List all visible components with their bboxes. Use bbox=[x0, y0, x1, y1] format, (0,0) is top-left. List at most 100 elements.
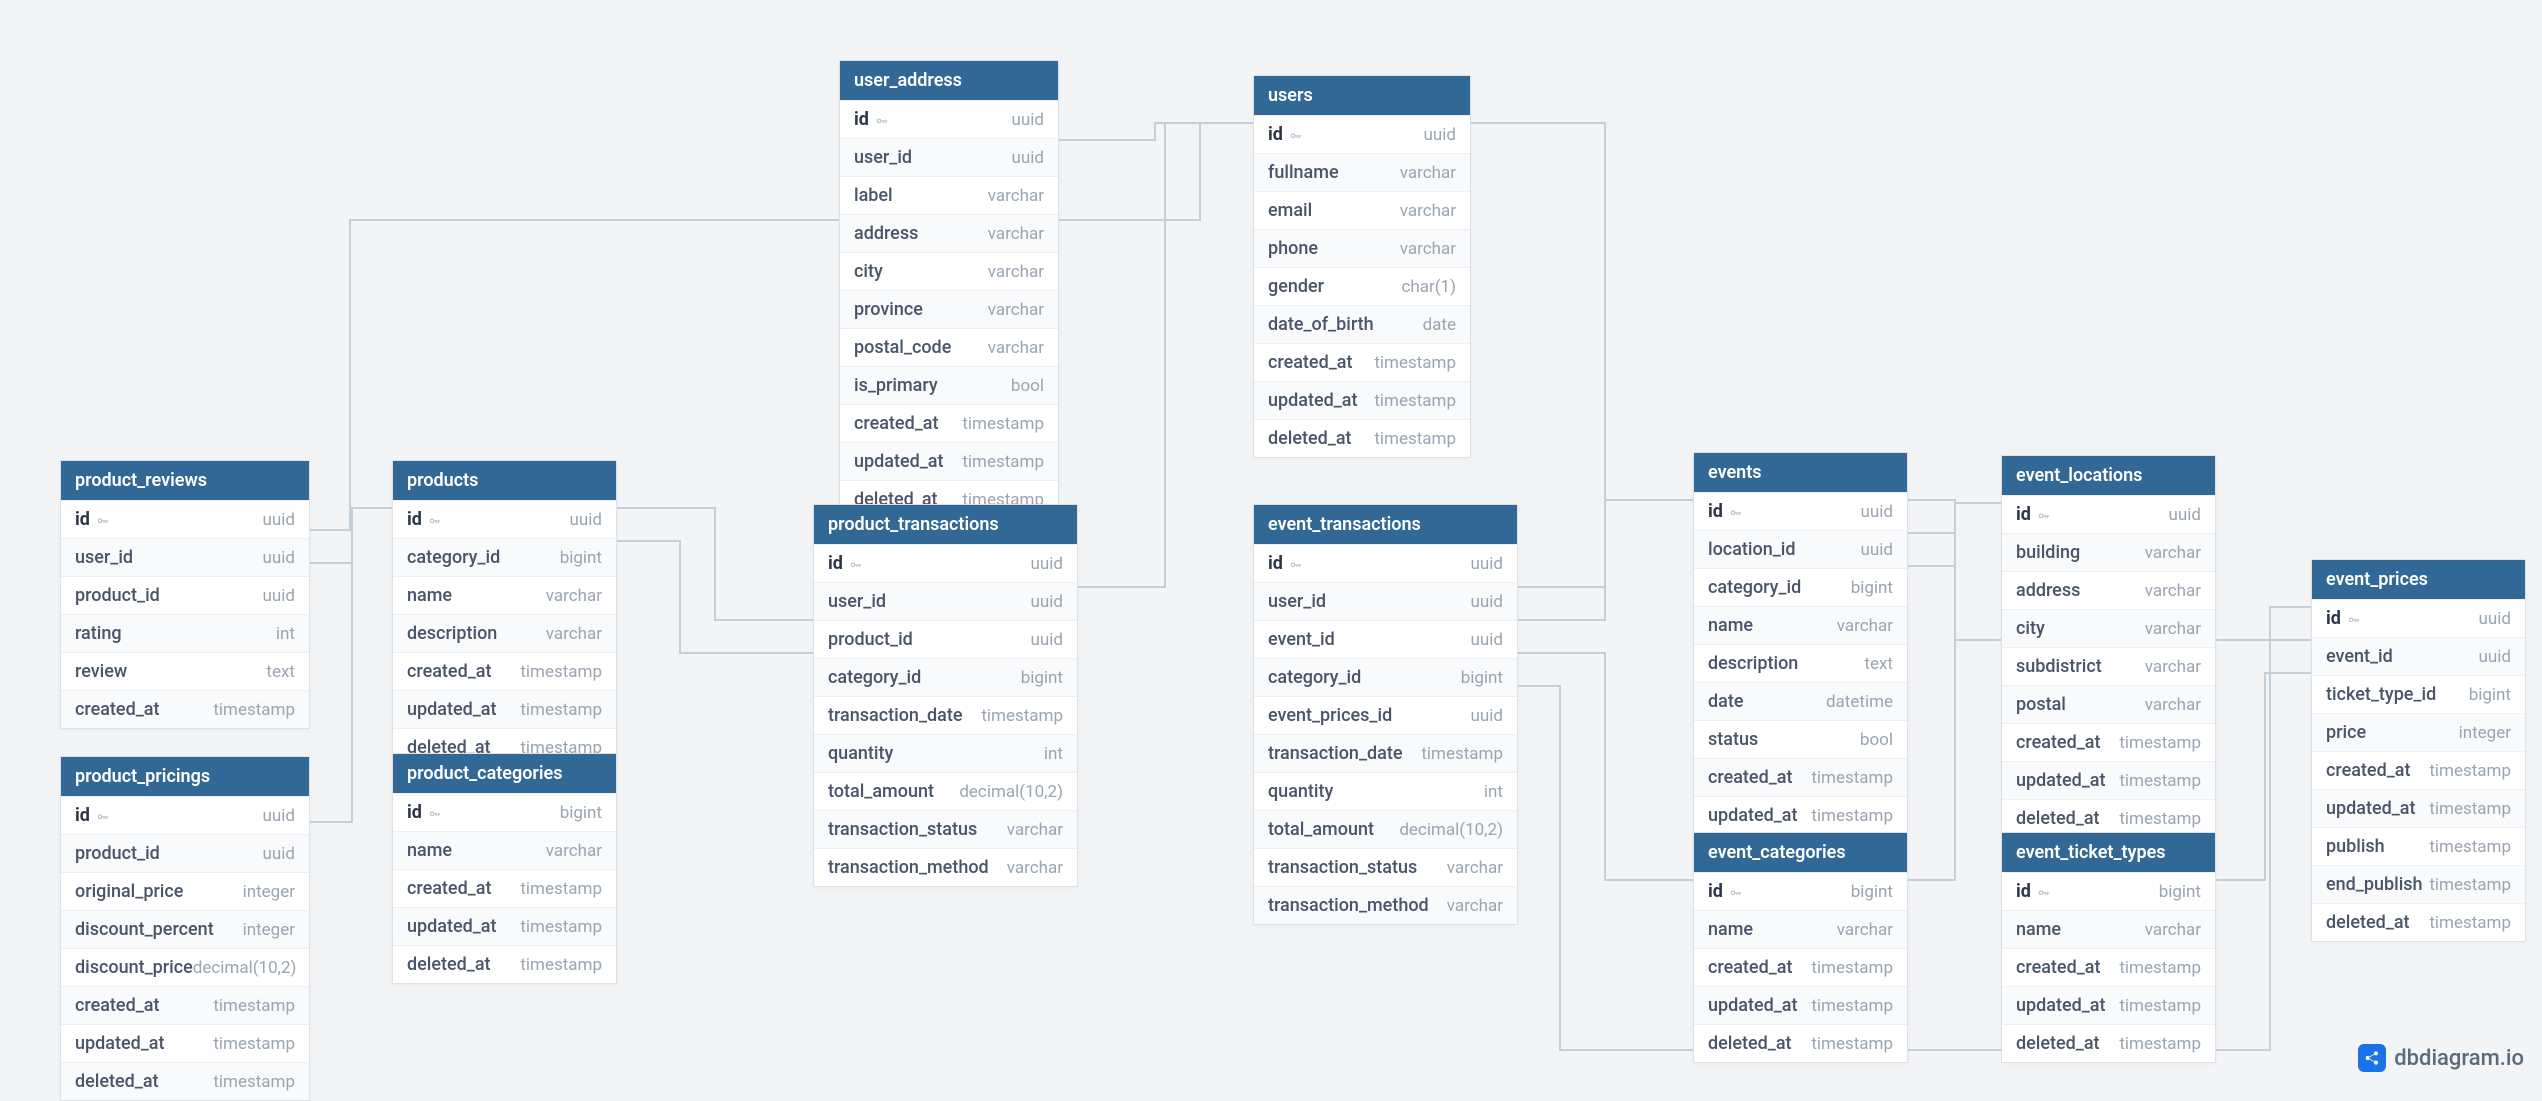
column-row[interactable]: addressvarchar bbox=[840, 214, 1058, 252]
column-row[interactable]: discount_percentinteger bbox=[61, 910, 309, 948]
column-row[interactable]: namevarchar bbox=[2002, 910, 2215, 948]
column-row[interactable]: transaction_methodvarchar bbox=[814, 848, 1077, 886]
column-row[interactable]: updated_attimestamp bbox=[1694, 986, 1907, 1024]
column-row[interactable]: idbigint bbox=[2002, 872, 2215, 910]
column-row[interactable]: event_iduuid bbox=[2312, 637, 2525, 675]
column-row[interactable]: created_attimestamp bbox=[1694, 758, 1907, 796]
table-events[interactable]: eventsiduuidlocation_iduuidcategory_idbi… bbox=[1693, 452, 1908, 873]
column-row[interactable]: namevarchar bbox=[1694, 606, 1907, 644]
column-row[interactable]: namevarchar bbox=[393, 576, 616, 614]
column-row[interactable]: quantityint bbox=[814, 734, 1077, 772]
column-row[interactable]: updated_attimestamp bbox=[393, 907, 616, 945]
column-row[interactable]: updated_attimestamp bbox=[61, 1024, 309, 1062]
column-row[interactable]: product_iduuid bbox=[61, 834, 309, 872]
table-header[interactable]: user_address bbox=[840, 61, 1058, 100]
column-row[interactable]: total_amountdecimal(10,2) bbox=[1254, 810, 1517, 848]
column-row[interactable]: user_iduuid bbox=[814, 582, 1077, 620]
column-row[interactable]: deleted_attimestamp bbox=[1254, 419, 1470, 457]
table-header[interactable]: product_reviews bbox=[61, 461, 309, 500]
table-header[interactable]: users bbox=[1254, 76, 1470, 115]
column-row[interactable]: idbigint bbox=[393, 793, 616, 831]
column-row[interactable]: namevarchar bbox=[1694, 910, 1907, 948]
column-row[interactable]: created_attimestamp bbox=[393, 869, 616, 907]
column-row[interactable]: user_iduuid bbox=[61, 538, 309, 576]
table-header[interactable]: products bbox=[393, 461, 616, 500]
column-row[interactable]: genderchar(1) bbox=[1254, 267, 1470, 305]
column-row[interactable]: updated_attimestamp bbox=[2002, 761, 2215, 799]
table-product_categories[interactable]: product_categoriesidbigintnamevarcharcre… bbox=[392, 753, 617, 984]
column-row[interactable]: fullnamevarchar bbox=[1254, 153, 1470, 191]
table-header[interactable]: product_pricings bbox=[61, 757, 309, 796]
column-row[interactable]: created_attimestamp bbox=[61, 690, 309, 728]
column-row[interactable]: descriptiontext bbox=[1694, 644, 1907, 682]
column-row[interactable]: iduuid bbox=[393, 500, 616, 538]
column-row[interactable]: ratingint bbox=[61, 614, 309, 652]
column-row[interactable]: publishtimestamp bbox=[2312, 827, 2525, 865]
table-event_prices[interactable]: event_pricesiduuidevent_iduuidticket_typ… bbox=[2311, 559, 2526, 942]
column-row[interactable]: cityvarchar bbox=[2002, 609, 2215, 647]
column-row[interactable]: category_idbigint bbox=[1254, 658, 1517, 696]
column-row[interactable]: user_iduuid bbox=[1254, 582, 1517, 620]
column-row[interactable]: iduuid bbox=[1254, 544, 1517, 582]
column-row[interactable]: event_prices_iduuid bbox=[1254, 696, 1517, 734]
column-row[interactable]: ticket_type_idbigint bbox=[2312, 675, 2525, 713]
column-row[interactable]: quantityint bbox=[1254, 772, 1517, 810]
table-header[interactable]: event_prices bbox=[2312, 560, 2525, 599]
column-row[interactable]: iduuid bbox=[814, 544, 1077, 582]
column-row[interactable]: iduuid bbox=[61, 500, 309, 538]
column-row[interactable]: transaction_statusvarchar bbox=[814, 810, 1077, 848]
column-row[interactable]: transaction_statusvarchar bbox=[1254, 848, 1517, 886]
table-users[interactable]: usersiduuidfullnamevarcharemailvarcharph… bbox=[1253, 75, 1471, 458]
column-row[interactable]: updated_attimestamp bbox=[1694, 796, 1907, 834]
column-row[interactable]: date_of_birthdate bbox=[1254, 305, 1470, 343]
column-row[interactable]: deleted_attimestamp bbox=[2312, 903, 2525, 941]
column-row[interactable]: deleted_attimestamp bbox=[61, 1062, 309, 1100]
column-row[interactable]: transaction_methodvarchar bbox=[1254, 886, 1517, 924]
table-header[interactable]: event_ticket_types bbox=[2002, 833, 2215, 872]
column-row[interactable]: created_attimestamp bbox=[2002, 723, 2215, 761]
column-row[interactable]: discount_pricedecimal(10,2) bbox=[61, 948, 309, 986]
column-row[interactable]: phonevarchar bbox=[1254, 229, 1470, 267]
column-row[interactable]: iduuid bbox=[61, 796, 309, 834]
column-row[interactable]: user_iduuid bbox=[840, 138, 1058, 176]
column-row[interactable]: postal_codevarchar bbox=[840, 328, 1058, 366]
column-row[interactable]: product_iduuid bbox=[61, 576, 309, 614]
column-row[interactable]: updated_attimestamp bbox=[1254, 381, 1470, 419]
column-row[interactable]: original_priceinteger bbox=[61, 872, 309, 910]
table-header[interactable]: product_transactions bbox=[814, 505, 1077, 544]
column-row[interactable]: iduuid bbox=[1694, 492, 1907, 530]
column-row[interactable]: category_idbigint bbox=[393, 538, 616, 576]
column-row[interactable]: iduuid bbox=[1254, 115, 1470, 153]
column-row[interactable]: provincevarchar bbox=[840, 290, 1058, 328]
column-row[interactable]: buildingvarchar bbox=[2002, 533, 2215, 571]
table-header[interactable]: events bbox=[1694, 453, 1907, 492]
column-row[interactable]: namevarchar bbox=[393, 831, 616, 869]
column-row[interactable]: updated_attimestamp bbox=[2002, 986, 2215, 1024]
column-row[interactable]: transaction_datetimestamp bbox=[1254, 734, 1517, 772]
column-row[interactable]: statusbool bbox=[1694, 720, 1907, 758]
column-row[interactable]: location_iduuid bbox=[1694, 530, 1907, 568]
column-row[interactable]: total_amountdecimal(10,2) bbox=[814, 772, 1077, 810]
column-row[interactable]: labelvarchar bbox=[840, 176, 1058, 214]
column-row[interactable]: iduuid bbox=[840, 100, 1058, 138]
table-event_ticket_types[interactable]: event_ticket_typesidbigintnamevarcharcre… bbox=[2001, 832, 2216, 1063]
column-row[interactable]: idbigint bbox=[1694, 872, 1907, 910]
column-row[interactable]: updated_attimestamp bbox=[2312, 789, 2525, 827]
table-product_pricings[interactable]: product_pricingsiduuidproduct_iduuidorig… bbox=[60, 756, 310, 1101]
column-row[interactable]: created_attimestamp bbox=[1254, 343, 1470, 381]
brand-badge[interactable]: dbdiagram.io bbox=[2358, 1044, 2524, 1072]
column-row[interactable]: deleted_attimestamp bbox=[393, 945, 616, 983]
column-row[interactable]: created_attimestamp bbox=[840, 404, 1058, 442]
column-row[interactable]: deleted_attimestamp bbox=[2002, 1024, 2215, 1062]
column-row[interactable]: updated_attimestamp bbox=[840, 442, 1058, 480]
column-row[interactable]: created_attimestamp bbox=[1694, 948, 1907, 986]
column-row[interactable]: is_primarybool bbox=[840, 366, 1058, 404]
column-row[interactable]: postalvarchar bbox=[2002, 685, 2215, 723]
table-header[interactable]: event_locations bbox=[2002, 456, 2215, 495]
column-row[interactable]: end_publishtimestamp bbox=[2312, 865, 2525, 903]
table-header[interactable]: product_categories bbox=[393, 754, 616, 793]
column-row[interactable]: emailvarchar bbox=[1254, 191, 1470, 229]
table-user_address[interactable]: user_addressiduuiduser_iduuidlabelvarcha… bbox=[839, 60, 1059, 519]
column-row[interactable]: addressvarchar bbox=[2002, 571, 2215, 609]
table-event_locations[interactable]: event_locationsiduuidbuildingvarcharaddr… bbox=[2001, 455, 2216, 838]
